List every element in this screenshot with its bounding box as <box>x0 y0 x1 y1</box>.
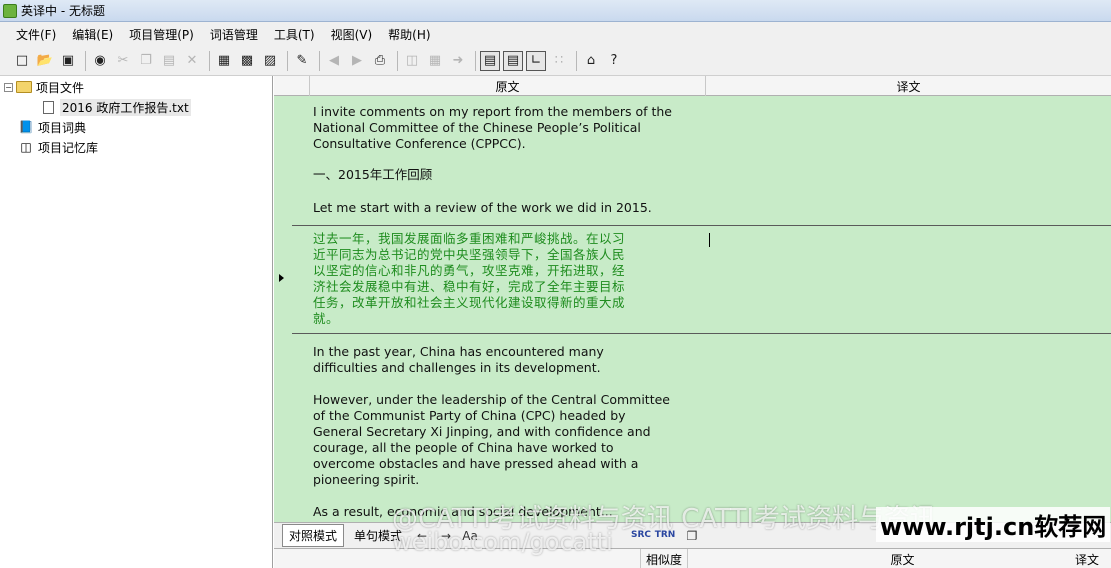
database-icon[interactable]: ◫ <box>402 51 422 71</box>
toolbar-separator <box>319 50 320 71</box>
segment-divider <box>292 225 1111 226</box>
brand-watermark: www.rjtj.cn软荐网 <box>876 507 1111 542</box>
tree-label: 2016 政府工作报告.txt <box>60 98 191 116</box>
source-segment[interactable]: 一、2015年工作回顾 <box>313 167 708 183</box>
find-icon[interactable]: ◉ <box>90 51 110 71</box>
folder-icon <box>16 80 32 94</box>
table-icon[interactable]: ▦ <box>425 51 445 71</box>
match-source-column-header[interactable]: 原文 <box>688 549 1111 568</box>
export-icon[interactable]: ▩ <box>237 51 257 71</box>
menu-file[interactable]: 文件(F) <box>8 26 64 43</box>
file-icon <box>40 100 56 114</box>
merge-icon[interactable]: ▨ <box>260 51 280 71</box>
layout-stack-icon[interactable]: ▤ <box>503 50 523 71</box>
open-folder-icon[interactable]: 📂 <box>35 51 55 71</box>
watermark-url: weibo.com/gocatti <box>392 528 613 556</box>
tree-node-dictionary[interactable]: 📘 项目词典 <box>18 118 87 136</box>
source-column-header[interactable]: 原文 <box>310 76 706 96</box>
menu-view[interactable]: 视图(V) <box>323 26 381 43</box>
book-icon: 📘 <box>18 120 34 134</box>
source-segment[interactable]: In the past year, China has encountered … <box>313 344 708 376</box>
arrow-icon[interactable]: ➜ <box>448 51 468 71</box>
similarity-column-header[interactable]: 相似度 <box>640 549 688 568</box>
layout-graph-icon[interactable]: ∟ <box>526 50 546 71</box>
paste-icon[interactable]: ▤ <box>159 51 179 71</box>
menu-project[interactable]: 项目管理(P) <box>121 26 202 43</box>
menu-help[interactable]: 帮助(H) <box>380 26 438 43</box>
menu-bar: 文件(F) 编辑(E) 项目管理(P) 词语管理 工具(T) 视图(V) 帮助(… <box>0 22 1111 46</box>
toolbar-separator <box>287 50 288 71</box>
cut-icon[interactable]: ✂ <box>113 51 133 71</box>
save-icon[interactable]: ▣ <box>58 51 78 71</box>
new-file-icon[interactable]: □ <box>12 51 32 71</box>
home-icon[interactable]: ⌂ <box>581 51 601 71</box>
toolbar-separator <box>397 50 398 71</box>
translation-grid[interactable]: 原文 译文 I invite comments on my report fro… <box>274 76 1111 522</box>
toolbar-separator <box>209 50 210 71</box>
tree-node-project-files[interactable]: − 项目文件 <box>4 78 84 96</box>
segment-divider <box>292 333 1111 334</box>
match-target-column-header[interactable]: 译文 <box>1050 549 1111 568</box>
window-title: 英译中 - 无标题 <box>21 4 105 18</box>
menu-terms[interactable]: 词语管理 <box>202 26 266 43</box>
tree-node-memory[interactable]: ◫ 项目记忆库 <box>18 138 98 156</box>
collapse-icon[interactable]: − <box>4 82 13 92</box>
text-caret <box>709 233 710 247</box>
help-icon[interactable]: ? <box>604 51 624 71</box>
source-segment[interactable]: Let me start with a review of the work w… <box>313 200 708 216</box>
tree-node-file[interactable]: 2016 政府工作报告.txt <box>40 98 191 116</box>
menu-tools[interactable]: 工具(T) <box>266 26 323 43</box>
delete-icon[interactable]: ✕ <box>182 51 202 71</box>
current-segment-arrow-icon <box>279 274 284 282</box>
tree-label: 项目记忆库 <box>38 140 99 155</box>
tree-label: 项目文件 <box>36 80 85 95</box>
title-bar: 英译中 - 无标题 <box>0 0 1111 22</box>
source-segment[interactable]: However, under the leadership of the Cen… <box>313 392 708 488</box>
prev-icon[interactable]: ◀ <box>324 51 344 71</box>
menu-edit[interactable]: 编辑(E) <box>64 26 121 43</box>
grid-header-marker <box>274 76 310 96</box>
layout-dots-icon[interactable]: ∷ <box>549 51 569 71</box>
grid-header: 原文 译文 <box>274 76 1111 96</box>
copy-icon[interactable]: ❐ <box>136 51 156 71</box>
edit-doc-icon[interactable]: ✎ <box>292 51 312 71</box>
target-column-header[interactable]: 译文 <box>706 76 1111 96</box>
source-segment[interactable]: I invite comments on my report from the … <box>313 104 708 152</box>
app-icon <box>3 3 17 18</box>
source-segment-current[interactable]: 过去一年，我国发展面临多重困难和严峻挑战。在以习 近平同志为总书记的党中央坚强领… <box>313 231 708 327</box>
tab-parallel-mode[interactable]: 对照模式 <box>282 524 345 547</box>
main-toolbar: □ 📂 ▣ ◉ ✂ ❐ ▤ ✕ ▦ ▩ ▨ ✎ ◀ ▶ ⎙ ◫ ▦ ➜ ▤ ▤ … <box>0 46 1111 76</box>
next-icon[interactable]: ▶ <box>347 51 367 71</box>
import-icon[interactable]: ▦ <box>214 51 234 71</box>
toolbar-separator <box>85 50 86 71</box>
project-tree: − 项目文件 2016 政府工作报告.txt 📘 项目词典 ◫ 项目记忆库 <box>0 76 273 568</box>
tree-label: 项目词典 <box>38 120 87 135</box>
toolbar-separator <box>576 50 577 71</box>
print-icon[interactable]: ⎙ <box>370 51 390 71</box>
toolbar-separator <box>475 50 476 71</box>
layout-parallel-icon[interactable]: ▤ <box>480 50 500 71</box>
memory-icon: ◫ <box>20 140 32 154</box>
